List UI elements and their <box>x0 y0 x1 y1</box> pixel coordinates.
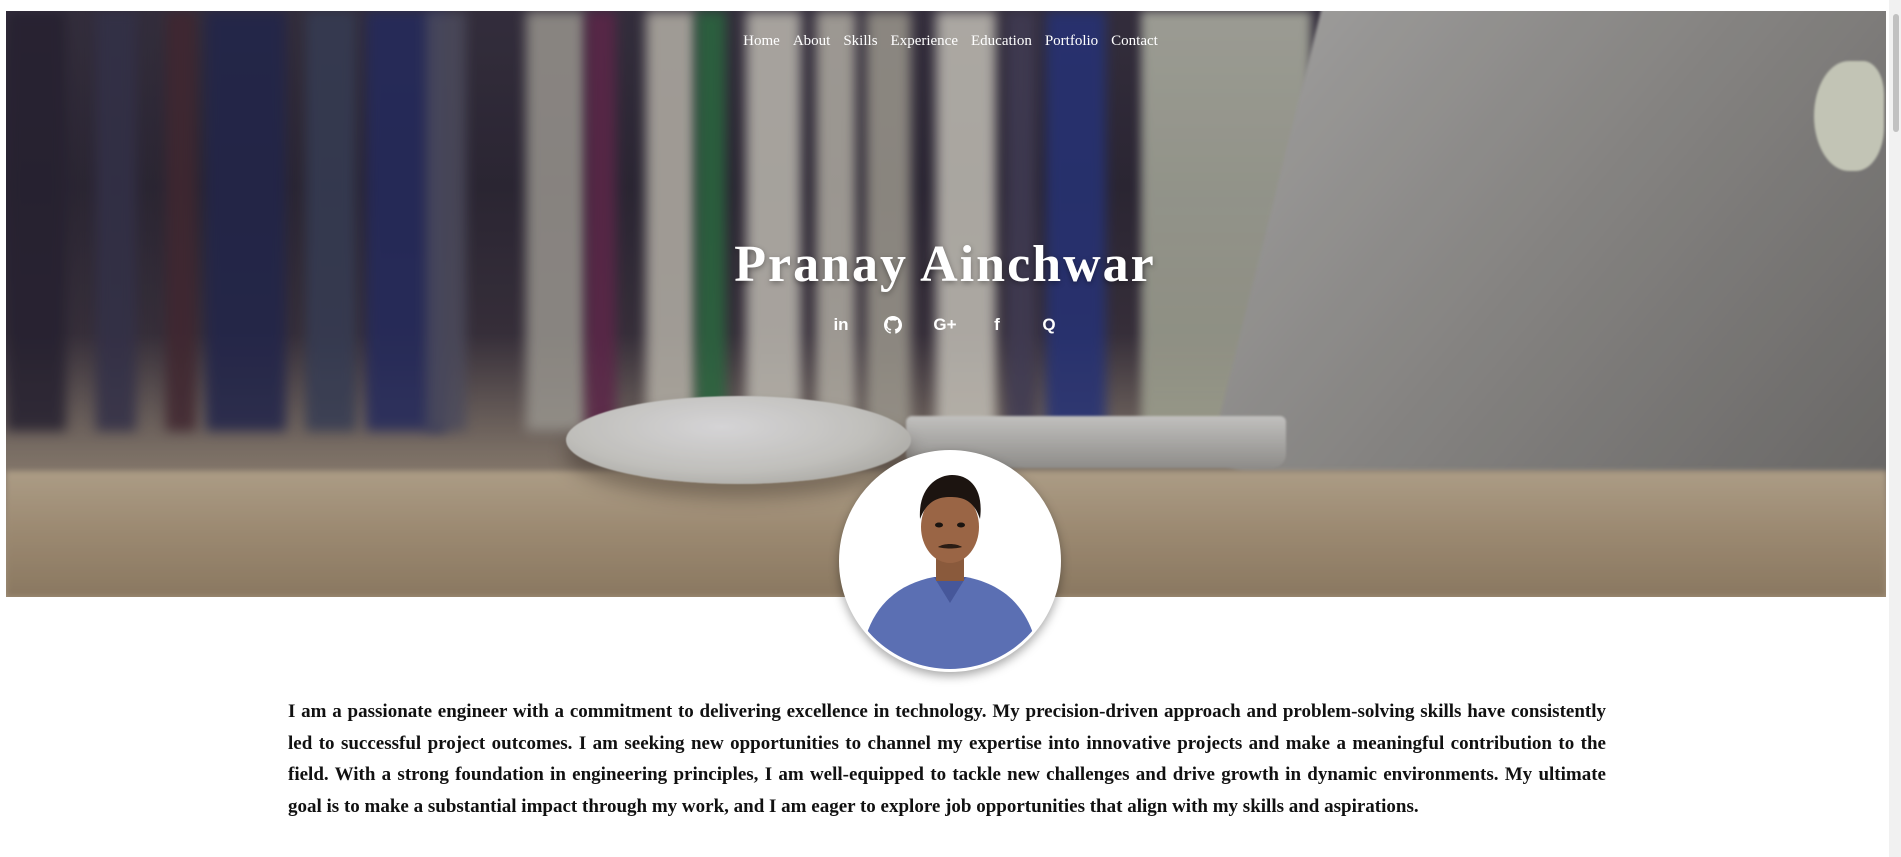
github-icon[interactable] <box>882 314 904 336</box>
nav-about[interactable]: About <box>786 33 837 50</box>
about-text: I am a passionate engineer with a commit… <box>288 701 1606 817</box>
nav-portfolio[interactable]: Portfolio <box>1038 33 1104 50</box>
social-links: in G+ f Q <box>0 314 1890 336</box>
facebook-icon[interactable]: f <box>986 314 1008 336</box>
main-navigation: Home About Skills Experience Education P… <box>0 33 1901 50</box>
profile-photo <box>842 453 1058 669</box>
nav-skills[interactable]: Skills <box>837 33 884 50</box>
google-plus-icon[interactable]: G+ <box>933 314 956 336</box>
avatar <box>839 450 1061 672</box>
quora-icon[interactable]: Q <box>1038 314 1060 336</box>
nav-education[interactable]: Education <box>965 33 1039 50</box>
page-title: Pranay Ainchwar <box>734 236 1156 293</box>
nav-experience[interactable]: Experience <box>884 33 964 50</box>
scrollbar-thumb[interactable] <box>1893 14 1899 132</box>
nav-contact[interactable]: Contact <box>1105 33 1165 50</box>
nav-home[interactable]: Home <box>737 33 787 50</box>
page-scrollbar[interactable] <box>1889 0 1901 857</box>
linkedin-icon[interactable]: in <box>830 314 852 336</box>
